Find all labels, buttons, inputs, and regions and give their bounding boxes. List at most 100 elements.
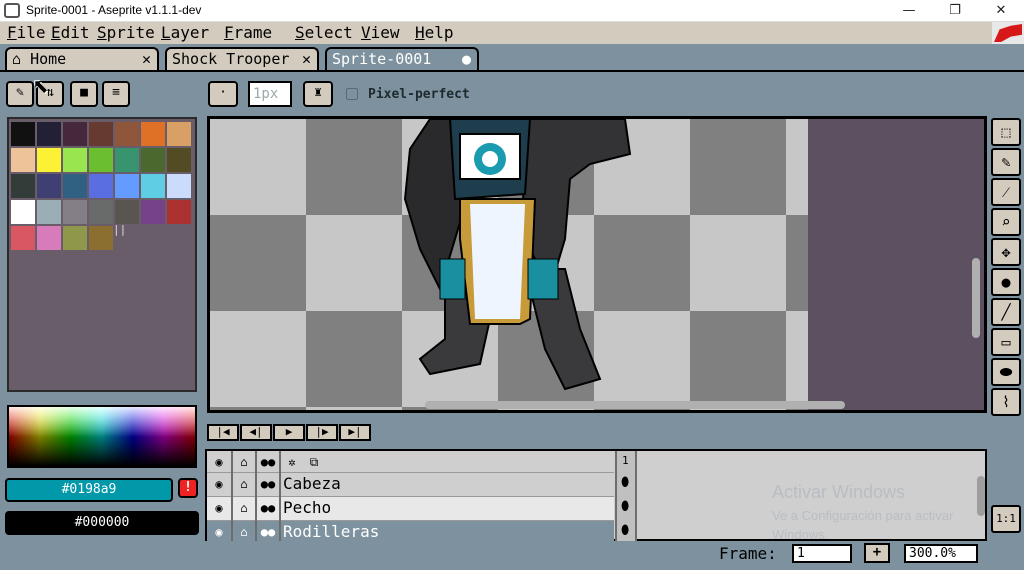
palette-swatch[interactable] [167, 174, 191, 198]
palette-swatch[interactable] [11, 122, 35, 146]
background-color-button[interactable]: #000000 [5, 511, 199, 535]
zoom-tool[interactable]: ⌕ [991, 208, 1021, 236]
onion-skin-gear-icon[interactable]: ✲ [281, 451, 303, 475]
frame-number-input[interactable]: 1 [792, 544, 852, 563]
tab-sprite-0001[interactable]: Sprite-0001 ● [325, 47, 479, 71]
menu-select[interactable]: Select [295, 23, 353, 42]
palette-swatch[interactable] [37, 122, 61, 146]
first-frame-button[interactable]: |◀ [207, 424, 239, 441]
palette-swatch[interactable] [141, 174, 165, 198]
palette-swatch[interactable] [89, 122, 113, 146]
palette-swatch[interactable] [115, 174, 139, 198]
padlock-icon[interactable]: ⌂ [233, 497, 257, 521]
line-tool[interactable]: ╱ [991, 298, 1021, 326]
lock-header-icon[interactable]: ⌂ [233, 451, 257, 475]
palette-swatch[interactable] [141, 148, 165, 172]
layer-row[interactable]: ◉ ⌂ ●● Cabeza [207, 473, 614, 497]
maximize-button[interactable]: ❐ [932, 0, 978, 22]
tab-shock-trooper[interactable]: Shock Trooper ✕ [165, 47, 319, 71]
play-button[interactable]: ▶ [273, 424, 305, 441]
menu-view[interactable]: View [361, 23, 400, 42]
ink-type-button[interactable]: ♜ [303, 81, 333, 107]
palette-options-button[interactable]: ≡ [102, 81, 130, 107]
eye-icon[interactable]: ◉ [207, 473, 233, 497]
palette-swatch[interactable] [37, 200, 61, 224]
cel-icon[interactable]: ⬮ [621, 475, 629, 490]
tab-sprite-modified-icon[interactable]: ● [462, 49, 471, 69]
palette-swatch[interactable] [11, 226, 35, 250]
padlock-icon[interactable]: ⌂ [233, 473, 257, 497]
minimize-button[interactable]: — [886, 0, 932, 22]
rectangle-tool[interactable]: ▭ [991, 328, 1021, 356]
blur-tool[interactable]: ⌇ [991, 388, 1021, 416]
layer-row[interactable]: ◉ ⌂ ●● Pecho [207, 497, 614, 521]
menu-help[interactable]: Help [415, 23, 454, 42]
layer-name: Pecho [283, 498, 332, 517]
onion-skin-frames-icon[interactable]: ⧉ [303, 451, 325, 475]
cel-icon[interactable]: ⬮ [621, 523, 629, 538]
close-window-button[interactable]: ✕ [978, 0, 1024, 22]
palette-swatch[interactable] [63, 148, 87, 172]
tab-home[interactable]: ⌂ Home ✕ [5, 47, 159, 71]
menu-frame[interactable]: Frame [224, 23, 272, 42]
menu-layer[interactable]: Layer [161, 23, 209, 42]
palette-swatch[interactable] [63, 200, 87, 224]
palette-swatch[interactable] [11, 148, 35, 172]
palette-swatch[interactable] [37, 226, 61, 250]
menu-file[interactable]: File [7, 23, 46, 42]
reset-zoom-button[interactable]: 1:1 [991, 505, 1021, 533]
eye-icon[interactable]: ◉ [207, 497, 233, 521]
palette-swatch[interactable] [63, 122, 87, 146]
canvas-vertical-scrollbar[interactable] [972, 258, 980, 338]
palette-presets-button[interactable]: ■ [70, 81, 98, 107]
palette-swatch[interactable] [11, 174, 35, 198]
palette-swatch[interactable] [115, 200, 139, 224]
visibility-header-icon[interactable]: ◉ [207, 451, 233, 475]
tab-home-close-icon[interactable]: ✕ [142, 49, 151, 69]
marquee-tool[interactable]: ⬚ [991, 118, 1021, 146]
palette-swatch[interactable] [141, 122, 165, 146]
palette-swatch[interactable] [63, 174, 87, 198]
edit-palette-button[interactable]: ✎ [6, 81, 34, 107]
brush-size-input[interactable]: 1px [248, 81, 292, 107]
menu-sprite[interactable]: Sprite [97, 23, 155, 42]
palette-swatch[interactable] [89, 174, 113, 198]
palette-swatch[interactable] [89, 200, 113, 224]
palette-swatch[interactable] [167, 122, 191, 146]
color-warning-icon[interactable]: ! [178, 478, 198, 498]
cel-icon[interactable]: ⬮ [621, 499, 629, 514]
last-frame-button[interactable]: ▶| [339, 424, 371, 441]
palette-swatch[interactable] [115, 148, 139, 172]
brush-type-button[interactable]: · [208, 81, 238, 107]
continuous-icon[interactable]: ●● [257, 497, 281, 521]
foreground-color-button[interactable]: #0198a9 [5, 478, 173, 502]
contour-tool[interactable]: ⬬ [991, 358, 1021, 386]
palette-swatch[interactable] [141, 200, 165, 224]
zoom-input[interactable]: 300.0% [904, 544, 978, 563]
palette-swatch[interactable] [37, 148, 61, 172]
menu-edit[interactable]: Edit [51, 23, 90, 42]
move-tool[interactable]: ✥ [991, 238, 1021, 266]
pencil-tool[interactable]: ✎ [991, 148, 1021, 176]
palette-swatch[interactable] [63, 226, 87, 250]
palette-swatch[interactable] [89, 148, 113, 172]
palette-swatch[interactable] [115, 122, 139, 146]
frame-column[interactable]: 1 ⬮ ⬮ ⬮ [615, 451, 637, 541]
continuous-icon[interactable]: ●● [257, 473, 281, 497]
palette-swatch[interactable] [167, 200, 191, 224]
new-frame-button[interactable]: + [864, 543, 890, 563]
palette-swatch[interactable] [11, 200, 35, 224]
previous-frame-button[interactable]: ◀| [240, 424, 272, 441]
eyedropper-tool[interactable]: ⁄ [991, 178, 1021, 206]
continuous-header-icon[interactable]: ●● [257, 451, 281, 475]
timeline-scrollbar[interactable] [977, 476, 985, 516]
palette-swatch[interactable] [167, 148, 191, 172]
canvas-horizontal-scrollbar[interactable] [425, 401, 845, 409]
fill-tool[interactable]: ● [991, 268, 1021, 296]
tab-shock-trooper-close-icon[interactable]: ✕ [302, 49, 311, 69]
palette-swatch[interactable] [89, 226, 113, 250]
pixel-perfect-checkbox[interactable] [346, 88, 358, 100]
palette-swatch[interactable] [37, 174, 61, 198]
next-frame-button[interactable]: |▶ [306, 424, 338, 441]
sprite-editor-canvas[interactable] [207, 116, 987, 413]
